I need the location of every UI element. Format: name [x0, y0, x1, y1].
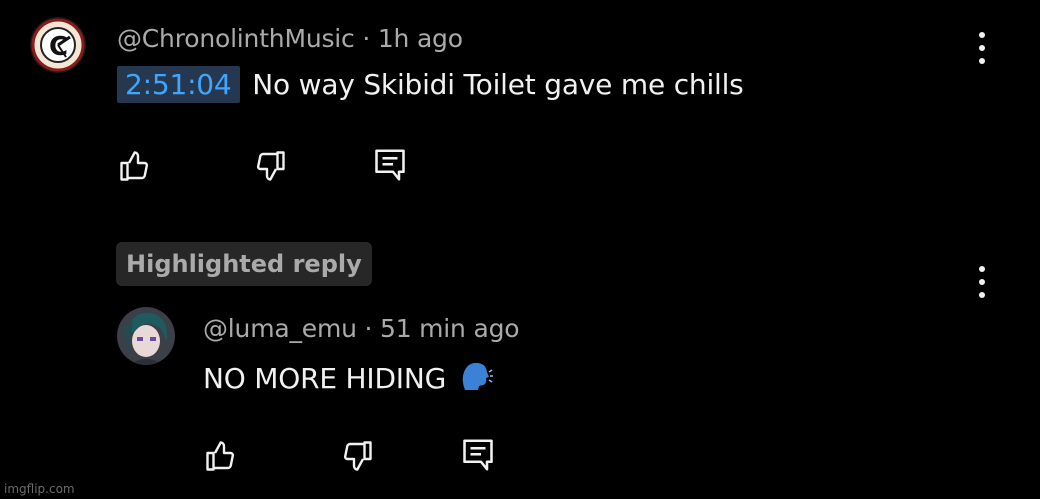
reply-button[interactable]	[372, 146, 408, 184]
reply-reply-button[interactable]	[460, 436, 496, 474]
comment-time[interactable]: 1h ago	[378, 24, 463, 53]
comment-body: 2:51:04 No way Skibidi Toilet gave me ch…	[117, 66, 744, 103]
more-vert-icon	[979, 266, 985, 272]
reply-author[interactable]: @luma_emu	[203, 314, 357, 343]
meta-separator: ·	[364, 314, 373, 343]
reply-more-button[interactable]	[978, 266, 986, 298]
thumbs-up-icon	[120, 151, 149, 181]
meta-separator: ·	[362, 24, 371, 53]
more-vert-icon	[979, 32, 985, 38]
reply-meta: @luma_emu · 51 min ago	[203, 314, 520, 343]
thumbs-down-icon	[343, 441, 372, 471]
reply-time[interactable]: 51 min ago	[380, 314, 520, 343]
speaking-head-emoji	[459, 360, 493, 399]
highlighted-reply-badge: Highlighted reply	[116, 242, 372, 286]
comment-text: No way Skibidi Toilet gave me chills	[252, 68, 744, 101]
like-button[interactable]	[117, 148, 153, 184]
reply-like-button[interactable]	[203, 438, 239, 474]
comment-author[interactable]: @ChronolinthMusic	[117, 24, 355, 53]
avatar-chronolinth[interactable]: C	[30, 17, 86, 73]
anime-avatar-icon	[117, 307, 175, 365]
thumbs-down-icon	[256, 151, 285, 181]
thumbs-up-icon	[206, 441, 235, 471]
speaking-head-icon	[462, 362, 493, 390]
dislike-button[interactable]	[252, 148, 288, 184]
reply-dislike-button[interactable]	[339, 438, 375, 474]
timestamp-link[interactable]: 2:51:04	[117, 66, 240, 103]
avatar-luma-emu[interactable]	[117, 307, 175, 365]
comment-more-button[interactable]	[978, 32, 986, 64]
reply-comment-icon	[463, 439, 493, 471]
imgflip-watermark: imgflip.com	[4, 482, 75, 496]
reply-comment-icon	[375, 149, 405, 181]
clock-avatar-icon: C	[30, 17, 86, 73]
reply-body: NO MORE HIDING	[203, 360, 493, 399]
comment-meta: @ChronolinthMusic · 1h ago	[117, 24, 463, 53]
reply-text: NO MORE HIDING	[203, 362, 447, 395]
